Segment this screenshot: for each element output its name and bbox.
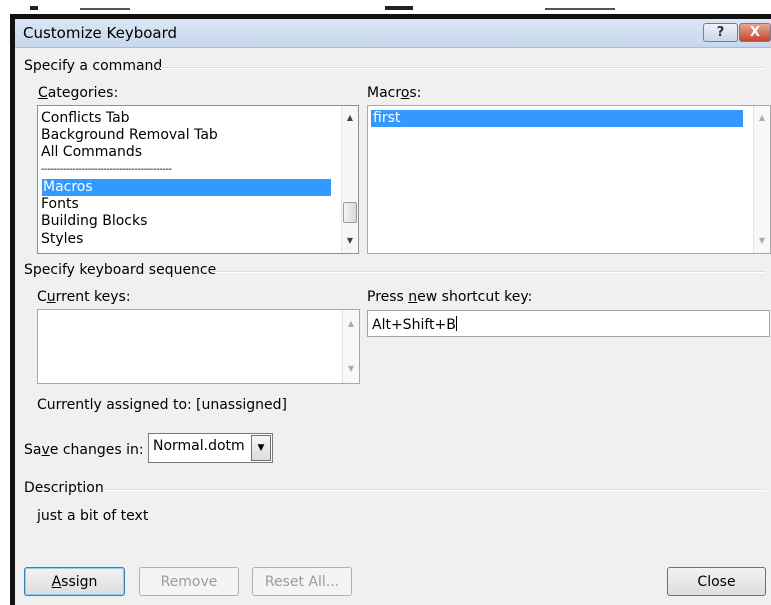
- categories-list[interactable]: Conflicts Tab Background Removal Tab All…: [37, 105, 359, 254]
- list-item[interactable]: Background Removal Tab: [41, 127, 218, 144]
- shortcut-value: Alt+Shift+B: [372, 317, 456, 333]
- close-button[interactable]: Close: [667, 567, 766, 596]
- remove-label: Remove: [160, 573, 218, 590]
- scroll-down-icon[interactable]: ▼: [342, 233, 358, 249]
- new-shortcut-label: Press new shortcut key:: [367, 289, 533, 305]
- list-separator: ----------------------------------------…: [41, 164, 172, 175]
- help-icon: ?: [716, 25, 725, 40]
- assigned-value: [unassigned]: [196, 397, 287, 413]
- list-item[interactable]: All Commands: [41, 144, 142, 161]
- current-keys-label: Current keys:: [37, 289, 131, 305]
- current-keys-list[interactable]: ▲ ▼: [37, 309, 360, 384]
- remove-button[interactable]: Remove: [139, 567, 239, 596]
- assigned-label: Currently assigned to:: [37, 397, 192, 413]
- macros-scrollbar[interactable]: ▲ ▼: [753, 106, 770, 253]
- reset-all-button[interactable]: Reset All...: [252, 567, 352, 596]
- list-item-selected[interactable]: Macros: [42, 179, 331, 196]
- close-icon: X: [749, 25, 761, 40]
- scroll-down-icon[interactable]: ▼: [754, 233, 770, 249]
- current-keys-scrollbar[interactable]: ▲ ▼: [342, 310, 359, 383]
- macros-list[interactable]: first ▲ ▼: [367, 105, 771, 254]
- description-heading: Description: [24, 480, 104, 496]
- list-item[interactable]: Conflicts Tab: [41, 110, 130, 127]
- macros-label: Macros:: [367, 85, 422, 101]
- save-changes-label: Save changes in:: [24, 442, 144, 458]
- customize-keyboard-dialog: Customize Keyboard ? X Specify a command…: [10, 14, 771, 605]
- close-window-button[interactable]: X: [739, 23, 771, 42]
- list-item[interactable]: Styles: [41, 231, 83, 248]
- help-button[interactable]: ?: [703, 23, 738, 42]
- description-text: just a bit of text: [37, 508, 149, 524]
- divider: [106, 489, 765, 491]
- assign-button[interactable]: Assign: [24, 567, 125, 596]
- text-caret: [455, 316, 457, 331]
- list-item-selected[interactable]: first: [371, 110, 743, 127]
- scroll-down-icon[interactable]: ▼: [343, 361, 359, 377]
- save-changes-select[interactable]: Normal.dotm ▼: [148, 433, 273, 463]
- divider: [212, 271, 765, 273]
- scroll-thumb[interactable]: [343, 202, 357, 223]
- save-changes-value: Normal.dotm: [153, 438, 245, 454]
- divider: [160, 67, 765, 69]
- categories-scrollbar[interactable]: ▲ ▼: [341, 106, 358, 253]
- close-label: Close: [697, 573, 736, 590]
- assign-label: Assign: [51, 573, 98, 590]
- list-item[interactable]: Building Blocks: [41, 213, 147, 230]
- categories-label: Categories:: [38, 85, 119, 101]
- reset-all-label: Reset All...: [264, 573, 340, 590]
- scroll-up-icon[interactable]: ▲: [343, 316, 359, 332]
- keyboard-sequence-heading: Specify keyboard sequence: [24, 262, 217, 278]
- title-bar: Customize Keyboard ? X: [15, 19, 771, 48]
- list-item[interactable]: Fonts: [41, 196, 79, 213]
- scroll-up-icon[interactable]: ▲: [342, 110, 358, 126]
- chevron-down-icon[interactable]: ▼: [251, 435, 271, 461]
- background-window-strip: [0, 0, 771, 14]
- scroll-up-icon[interactable]: ▲: [754, 110, 770, 126]
- new-shortcut-input[interactable]: Alt+Shift+B: [367, 310, 770, 337]
- window-title: Customize Keyboard: [23, 24, 178, 42]
- specify-command-heading: Specify a command: [24, 58, 163, 74]
